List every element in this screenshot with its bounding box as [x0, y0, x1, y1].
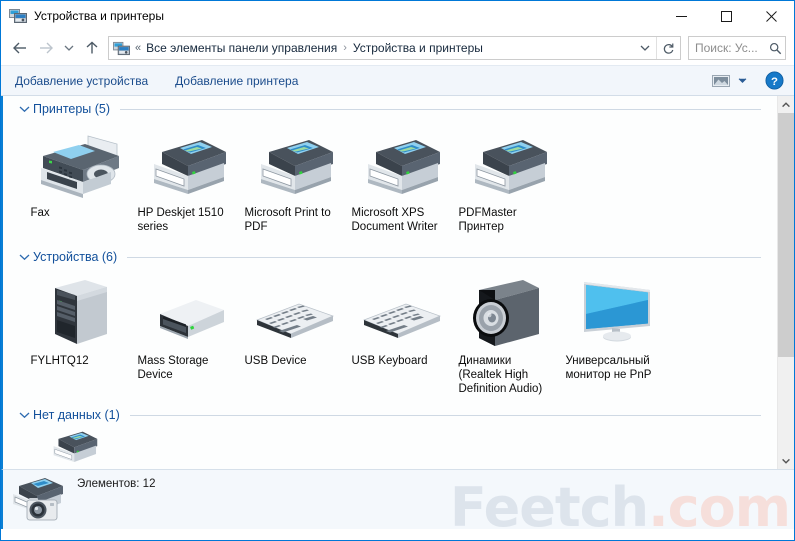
list-item-label: USB Device [244, 355, 307, 367]
camera-printer-icon [3, 470, 77, 526]
status-bar: Элементов: 12 Feetch.com [1, 469, 794, 529]
list-item-label: Универсальный монитор не PnP [565, 355, 652, 381]
recent-locations-chevron-down-icon[interactable] [59, 35, 79, 61]
group-header-devices[interactable]: Устройства (6) [11, 244, 777, 270]
list-item-label: Fax [30, 207, 50, 219]
list-item[interactable]: USB Keyboard [346, 270, 453, 396]
list-item-label: PDFMaster Принтер [458, 207, 517, 233]
view-options-icon[interactable] [708, 70, 734, 92]
view-chevron-down-icon[interactable] [734, 70, 750, 92]
list-item[interactable]: Fax [25, 122, 132, 234]
list-item-label: Mass Storage Device [137, 355, 209, 381]
printers-items-row: Fax HP Deskjet 1510 series Microsoft Pri… [11, 122, 777, 234]
add-printer-button[interactable]: Добавление принтера [175, 74, 298, 88]
group-title-nodata: Нет данных (1) [33, 408, 120, 422]
window-controls [659, 1, 794, 31]
search-input[interactable]: Поиск: Ус... [689, 41, 765, 55]
breadcrumb-overflow[interactable]: « [135, 42, 141, 54]
scrollbar-track[interactable] [778, 113, 794, 452]
list-item[interactable]: Mass Storage Device [132, 270, 239, 396]
close-button[interactable] [749, 1, 794, 31]
list-item-label: Microsoft XPS Document Writer [351, 207, 438, 233]
address-chevron-down-icon[interactable] [634, 37, 656, 59]
search-icon[interactable] [765, 42, 785, 55]
devices-and-printers-window: Устройства и принтеры « Все элементы пан… [0, 0, 795, 541]
list-item-label: Microsoft Print to PDF [244, 207, 331, 233]
scroll-up-icon[interactable] [778, 96, 794, 113]
list-item[interactable] [25, 428, 121, 468]
toolbar-right-group: ? [708, 70, 794, 92]
group-chevron-down-icon[interactable] [17, 250, 31, 264]
list-item[interactable]: Microsoft Print to PDF [239, 122, 346, 234]
list-item-label: HP Deskjet 1510 series [137, 207, 224, 233]
nodata-items-row [11, 428, 777, 468]
group-chevron-down-icon[interactable] [17, 102, 31, 116]
list-item[interactable]: HP Deskjet 1510 series [132, 122, 239, 234]
printer-icon [352, 128, 448, 200]
watermark-name: Feetch [449, 476, 649, 530]
up-arrow-icon[interactable] [79, 35, 105, 61]
list-item-label: FYLHTQ12 [30, 355, 89, 367]
list-item[interactable]: Microsoft XPS Document Writer [346, 122, 453, 234]
list-item[interactable]: PDFMaster Принтер [453, 122, 560, 234]
keyboard-icon [245, 276, 341, 348]
printer-icon [459, 128, 555, 200]
speaker-icon [459, 276, 555, 348]
watermark: Feetch.com [450, 481, 791, 530]
group-divider [129, 414, 761, 416]
list-item[interactable]: USB Device [239, 270, 346, 396]
navigation-bar: « Все элементы панели управления › Устро… [1, 31, 794, 65]
list-item-label: USB Keyboard [351, 355, 428, 367]
group-chevron-down-icon[interactable] [17, 408, 31, 422]
devices-items-row: FYLHTQ12 Mass Storage Device USB Device … [11, 270, 777, 396]
add-device-button[interactable]: Добавление устройства [15, 74, 148, 88]
back-arrow-icon[interactable] [7, 35, 33, 61]
status-item-count: Элементов: 12 [77, 478, 156, 490]
group-divider [120, 108, 761, 110]
breadcrumb-separator-icon[interactable]: › [343, 42, 347, 54]
content-area: Принтеры (5) Fax HP Deskjet 1510 series … [1, 96, 794, 469]
group-header-printers[interactable]: Принтеры (5) [11, 96, 777, 122]
address-bar[interactable]: « Все элементы панели управления › Устро… [108, 36, 681, 60]
printer-icon [245, 128, 341, 200]
window-title: Устройства и принтеры [34, 9, 164, 23]
refresh-icon[interactable] [656, 37, 680, 59]
scroll-down-icon[interactable] [778, 452, 794, 469]
devices-printers-icon [9, 8, 27, 24]
computer-tower-icon [31, 276, 127, 348]
search-box[interactable]: Поиск: Ус... [688, 36, 786, 60]
group-title-devices: Устройства (6) [33, 250, 118, 264]
group-title-printers: Принтеры (5) [33, 102, 111, 116]
list-item[interactable]: Динамики (Realtek High Definition Audio) [453, 270, 560, 396]
maximize-button[interactable] [704, 1, 749, 31]
printer-icon [53, 431, 98, 462]
forward-arrow-icon[interactable] [33, 35, 59, 61]
monitor-icon [566, 276, 662, 348]
external-drive-icon [138, 276, 234, 348]
keyboard-icon [352, 276, 448, 348]
vertical-scrollbar[interactable] [777, 96, 794, 469]
items-view[interactable]: Принтеры (5) Fax HP Deskjet 1510 series … [3, 96, 777, 469]
scrollbar-thumb[interactable] [778, 113, 794, 358]
svg-text:?: ? [771, 76, 778, 88]
group-divider [127, 256, 761, 258]
watermark-tld: .com [648, 476, 791, 530]
address-devices-printers-icon [113, 41, 130, 56]
help-icon[interactable]: ? [764, 71, 784, 91]
list-item[interactable]: Универсальный монитор не PnP [560, 270, 667, 396]
command-toolbar: Добавление устройства Добавление принтер… [1, 65, 794, 96]
breadcrumb-item-control-panel[interactable]: Все элементы панели управления [146, 41, 337, 55]
printer-icon [138, 128, 234, 200]
breadcrumb-item-devices-printers[interactable]: Устройства и принтеры [353, 41, 483, 55]
fax-machine-icon [31, 128, 127, 200]
minimize-button[interactable] [659, 1, 704, 31]
group-header-nodata[interactable]: Нет данных (1) [11, 402, 777, 428]
list-item-label: Динамики (Realtek High Definition Audio) [458, 355, 543, 395]
title-bar: Устройства и принтеры [1, 1, 794, 31]
list-item[interactable]: FYLHTQ12 [25, 270, 132, 396]
